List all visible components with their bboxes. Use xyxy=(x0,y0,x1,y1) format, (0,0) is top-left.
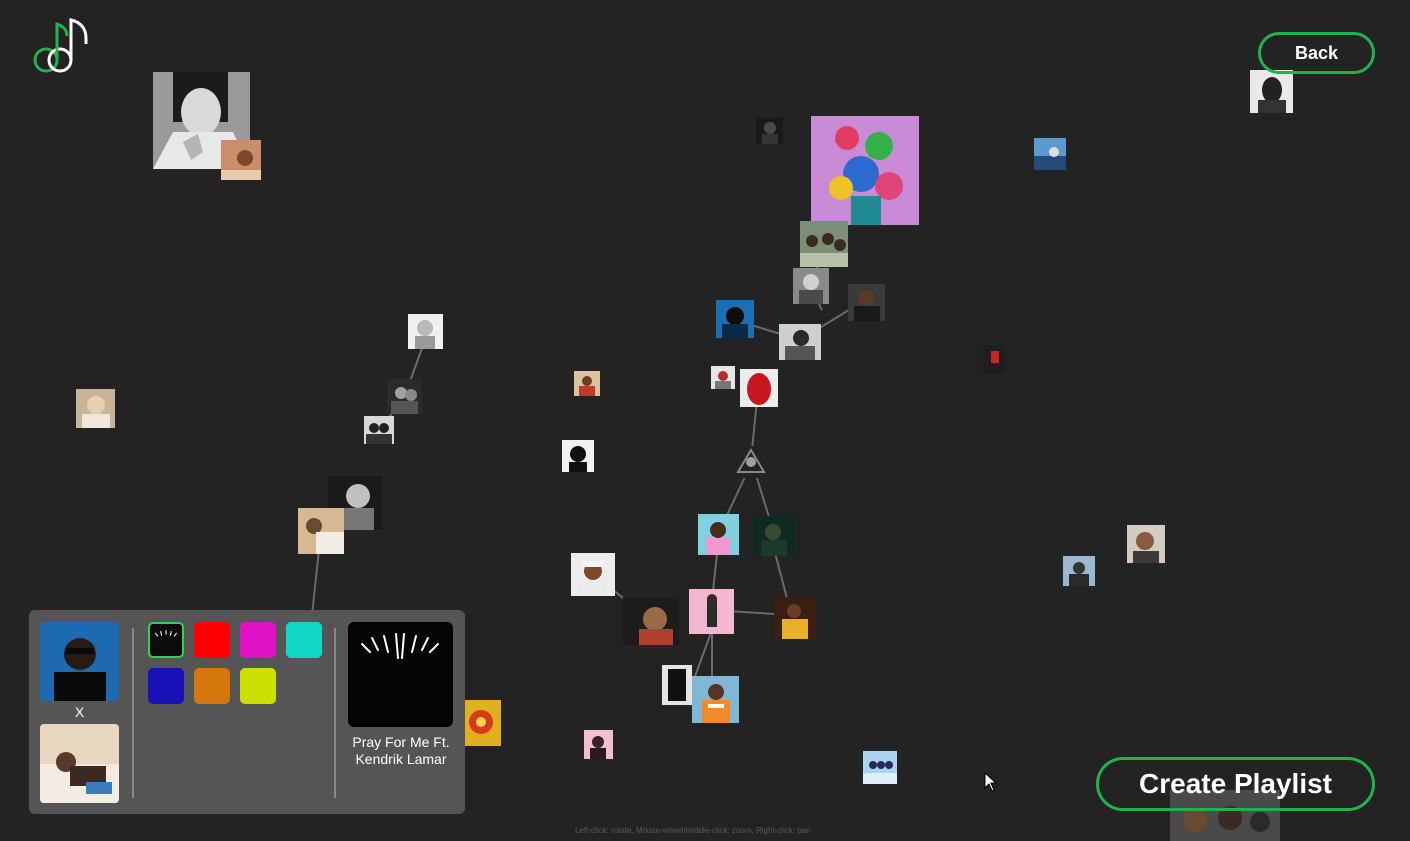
artist-node[interactable] xyxy=(1127,525,1165,563)
artist-node[interactable] xyxy=(774,597,816,639)
selection-panel: X Pray For Me Ft. Kendrik Lamar xyxy=(29,610,465,814)
artist-node[interactable] xyxy=(408,314,443,349)
mouse-cursor-icon xyxy=(984,772,998,792)
artist-thumbnail[interactable] xyxy=(40,622,119,701)
color-swatch-black[interactable] xyxy=(148,622,184,658)
color-swatch-magenta[interactable] xyxy=(240,622,276,658)
color-swatch-blue[interactable] xyxy=(148,668,184,704)
artist-thumbnail[interactable] xyxy=(40,724,119,803)
artist-node[interactable] xyxy=(779,324,821,360)
color-swatch-orange[interactable] xyxy=(194,668,230,704)
artist-node[interactable] xyxy=(793,268,829,304)
artist-node[interactable] xyxy=(692,676,739,723)
artist-node[interactable] xyxy=(756,117,783,144)
artist-node[interactable] xyxy=(623,597,679,645)
artist-node[interactable] xyxy=(698,514,739,555)
artist-node[interactable] xyxy=(983,345,1005,373)
artist-node[interactable] xyxy=(571,553,615,596)
artist-node[interactable] xyxy=(863,751,897,784)
artist-node[interactable] xyxy=(221,140,261,180)
artist-node[interactable] xyxy=(1250,70,1293,113)
remove-artist-button[interactable]: X xyxy=(40,704,119,720)
artist-node[interactable] xyxy=(848,284,885,321)
artist-node[interactable] xyxy=(387,379,422,414)
song-cover-art[interactable] xyxy=(348,622,453,727)
music-note-logo-icon[interactable] xyxy=(30,14,92,76)
artist-node[interactable] xyxy=(753,516,795,556)
graph-canvas[interactable]: Back Create Playlist Left-click: rotate,… xyxy=(0,0,1410,841)
artist-node[interactable] xyxy=(584,730,613,759)
artist-node[interactable] xyxy=(711,366,735,389)
artist-node[interactable] xyxy=(574,371,600,396)
create-playlist-button[interactable]: Create Playlist xyxy=(1096,757,1375,811)
color-swatch-cyan[interactable] xyxy=(286,622,322,658)
color-swatch-red[interactable] xyxy=(194,622,230,658)
artist-node[interactable] xyxy=(364,416,394,444)
artist-node[interactable] xyxy=(298,508,344,554)
artist-node[interactable] xyxy=(662,665,692,705)
color-swatch-yellow[interactable] xyxy=(240,668,276,704)
panel-divider xyxy=(334,628,336,798)
artist-node[interactable] xyxy=(689,589,734,634)
artist-node[interactable] xyxy=(732,446,770,478)
artist-node[interactable] xyxy=(811,116,919,225)
artist-node[interactable] xyxy=(1034,138,1066,170)
panel-divider xyxy=(132,628,134,798)
artist-node[interactable] xyxy=(740,369,778,407)
artist-node[interactable] xyxy=(716,300,754,338)
back-button[interactable]: Back xyxy=(1258,32,1375,74)
artist-node[interactable] xyxy=(76,389,115,428)
artist-node[interactable] xyxy=(800,221,848,267)
artist-node[interactable] xyxy=(459,700,501,746)
artist-node[interactable] xyxy=(1063,556,1095,586)
artist-node[interactable] xyxy=(562,440,594,472)
song-title: Pray For Me Ft. Kendrik Lamar xyxy=(352,734,450,767)
controls-hint: Left-click: rotate, Mouse-wheel/middle-c… xyxy=(575,826,811,835)
